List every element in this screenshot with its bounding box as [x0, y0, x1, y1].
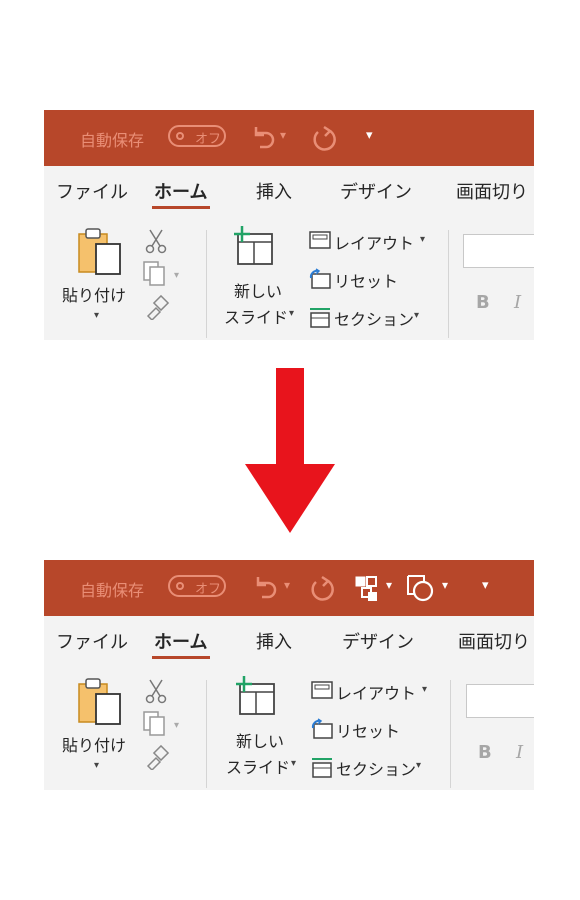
cut-icon[interactable] — [144, 678, 168, 704]
shape-format-icon[interactable] — [404, 572, 436, 604]
format-painter-icon[interactable] — [144, 294, 170, 320]
layout-dropdown-caret[interactable]: ▾ — [420, 234, 425, 245]
svg-text:▾: ▾ — [174, 270, 179, 281]
format-painter-icon[interactable] — [144, 744, 170, 770]
autosave-toggle[interactable]: オフ — [168, 125, 226, 147]
new-slide-label-1[interactable]: 新しい — [236, 728, 284, 752]
new-slide-label-2[interactable]: スライド — [226, 754, 290, 778]
paste-label[interactable]: 貼り付け — [62, 732, 126, 756]
section-label[interactable]: セクション — [334, 306, 414, 330]
tab-transitions[interactable]: 画面切り — [458, 628, 530, 654]
font-name-box[interactable] — [466, 684, 534, 718]
undo-dropdown-icon[interactable]: ▾ — [284, 578, 290, 592]
section-dropdown-caret[interactable]: ▾ — [416, 760, 421, 771]
group-separator — [450, 680, 451, 788]
layout-icon[interactable] — [308, 230, 332, 250]
reset-icon[interactable] — [308, 268, 332, 290]
tab-transitions[interactable]: 画面切り — [456, 178, 528, 204]
layout-label[interactable]: レイアウト — [334, 230, 414, 254]
tab-home[interactable]: ホーム — [154, 628, 207, 654]
toggle-state: オフ — [195, 582, 222, 597]
select-shapes-icon[interactable] — [354, 574, 382, 602]
layout-dropdown-caret[interactable]: ▾ — [422, 684, 427, 695]
section-icon[interactable] — [308, 306, 332, 330]
undo-icon[interactable] — [248, 123, 278, 153]
paste-dropdown-caret[interactable]: ▾ — [94, 760, 99, 771]
autosave-toggle[interactable]: オフ — [168, 575, 226, 597]
tab-insert[interactable]: 挿入 — [256, 628, 292, 654]
group-separator — [206, 230, 207, 338]
redo-icon[interactable] — [306, 572, 338, 604]
undo-icon[interactable] — [250, 573, 280, 603]
title-bar: 自動保存 オフ ▾ ▾ ▾ ▾ — [44, 560, 534, 616]
tab-home[interactable]: ホーム — [154, 178, 207, 204]
section-label[interactable]: セクション — [336, 756, 416, 780]
new-slide-label-1[interactable]: 新しい — [234, 278, 282, 302]
section-dropdown-caret[interactable]: ▾ — [414, 310, 419, 321]
toggle-state: オフ — [195, 132, 222, 147]
ribbon-tabs: ファイル ホーム 挿入 デザイン 画面切り — [44, 166, 534, 220]
ribbon-screenshot-after: 自動保存 オフ ▾ ▾ ▾ ▾ ファイル ホーム 挿入 デザイン 画面切り 貼り… — [44, 560, 534, 790]
copy-icon[interactable]: ▾ — [142, 260, 184, 286]
autosave-label: 自動保存 — [80, 581, 145, 600]
customize-qat-icon[interactable]: ▾ — [482, 578, 489, 593]
font-name-box[interactable] — [463, 234, 534, 268]
reset-label[interactable]: リセット — [336, 718, 400, 742]
down-arrow-icon — [245, 368, 335, 533]
tab-file[interactable]: ファイル — [56, 628, 128, 654]
ribbon-home: 貼り付け ▾ ▾ 新しい スライド ▾ レイアウト ▾ リセット セクション ▾… — [44, 220, 534, 340]
paste-label[interactable]: 貼り付け — [62, 282, 126, 306]
layout-icon[interactable] — [310, 680, 334, 700]
bold-button[interactable]: B — [478, 742, 492, 763]
new-slide-icon[interactable] — [232, 226, 276, 268]
italic-button[interactable]: I — [514, 292, 521, 313]
ribbon-tabs: ファイル ホーム 挿入 デザイン 画面切り — [44, 616, 534, 670]
paste-icon[interactable] — [76, 676, 126, 728]
svg-text:▾: ▾ — [174, 720, 179, 731]
title-bar: 自動保存 オフ ▾ ▾ — [44, 110, 534, 166]
toggle-knob — [176, 582, 184, 590]
paste-icon[interactable] — [76, 226, 126, 278]
redo-icon[interactable] — [308, 122, 340, 154]
tab-design[interactable]: デザイン — [340, 178, 412, 204]
toggle-knob — [176, 132, 184, 140]
section-icon[interactable] — [310, 756, 334, 780]
group-separator — [206, 680, 207, 788]
paste-dropdown-caret[interactable]: ▾ — [94, 310, 99, 321]
customize-qat-icon[interactable]: ▾ — [366, 128, 373, 143]
active-tab-underline — [152, 656, 210, 659]
tab-file[interactable]: ファイル — [56, 178, 128, 204]
reset-icon[interactable] — [310, 718, 334, 740]
bold-button[interactable]: B — [476, 292, 490, 313]
tab-insert[interactable]: 挿入 — [256, 178, 292, 204]
tab-design[interactable]: デザイン — [342, 628, 414, 654]
new-slide-label-2[interactable]: スライド — [224, 304, 288, 328]
ribbon-screenshot-before: 自動保存 オフ ▾ ▾ ファイル ホーム 挿入 デザイン 画面切り 貼り付け ▾… — [44, 110, 534, 340]
ribbon-home: 貼り付け ▾ ▾ 新しい スライド ▾ レイアウト ▾ リセット セクション ▾… — [44, 670, 534, 790]
undo-dropdown-icon[interactable]: ▾ — [280, 128, 286, 142]
layout-label[interactable]: レイアウト — [336, 680, 416, 704]
shape-format-dropdown-icon[interactable]: ▾ — [442, 578, 448, 592]
italic-button[interactable]: I — [516, 742, 523, 763]
new-slide-icon[interactable] — [234, 676, 278, 718]
select-shapes-dropdown-icon[interactable]: ▾ — [386, 578, 392, 592]
group-separator — [448, 230, 449, 338]
copy-icon[interactable]: ▾ — [142, 710, 184, 736]
autosave-label: 自動保存 — [80, 131, 145, 150]
new-slide-dropdown-caret[interactable]: ▾ — [289, 308, 294, 319]
new-slide-dropdown-caret[interactable]: ▾ — [291, 758, 296, 769]
active-tab-underline — [152, 206, 210, 209]
cut-icon[interactable] — [144, 228, 168, 254]
reset-label[interactable]: リセット — [334, 268, 398, 292]
